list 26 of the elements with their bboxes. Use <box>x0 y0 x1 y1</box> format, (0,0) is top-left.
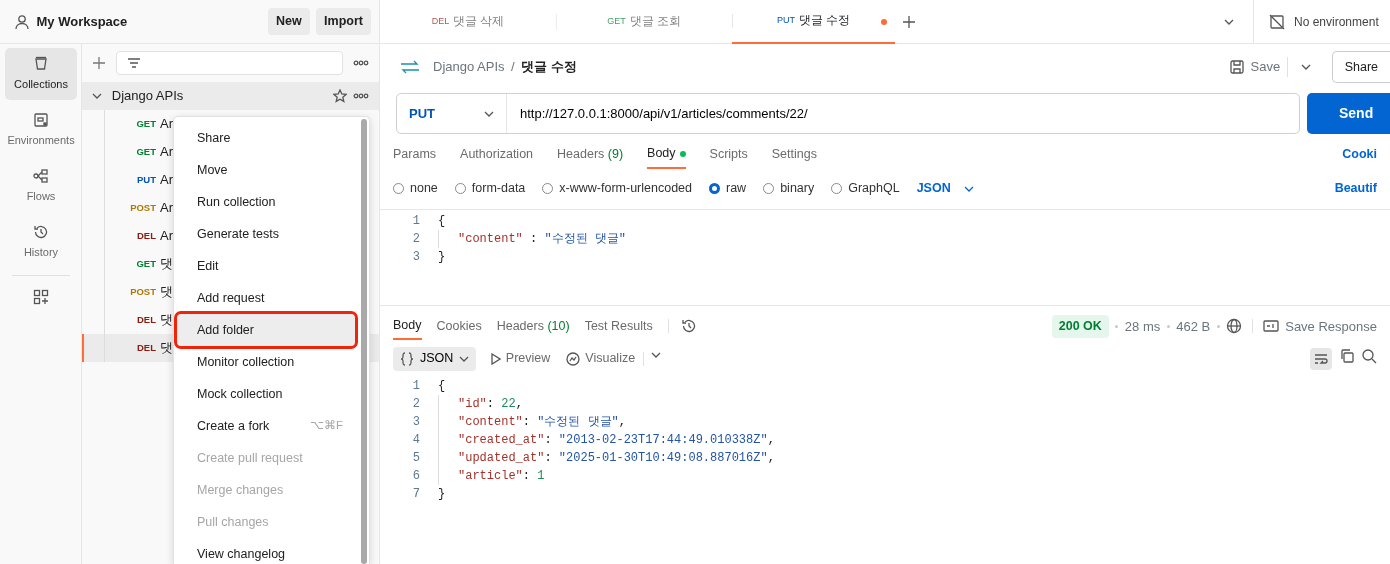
line-number: 3 <box>411 414 421 432</box>
breadcrumb-separator: / <box>511 58 515 77</box>
code-line: "article": 1 <box>458 468 545 486</box>
line-number: 4 <box>411 432 421 450</box>
workspace-title: My Workspace <box>36 12 129 31</box>
line-number: 5 <box>411 450 421 468</box>
line-number: 1 <box>411 212 421 230</box>
line-number: 2 <box>411 396 421 414</box>
line-number: 2 <box>411 230 421 248</box>
line-number: 3 <box>411 248 421 266</box>
line-number: 7 <box>411 486 421 504</box>
code-line: "id": 22, <box>458 396 523 414</box>
request-title: 댓글 수정 <box>521 58 578 77</box>
code-line: "updated_at": "2025-01-30T10:49:08.887016Z", <box>458 450 775 468</box>
code-line: { <box>438 212 446 230</box>
code-line: { <box>438 378 446 396</box>
response-size: 462 B <box>1176 317 1211 336</box>
status-badge: 200 OK <box>1051 314 1109 338</box>
response-time: 28 ms <box>1124 317 1161 336</box>
code-line: "created_at": "2013-02-23T17:44:49.010338Z", <box>458 432 775 450</box>
code-line: } <box>438 248 446 266</box>
line-number: 1 <box>411 378 421 396</box>
code-line: "content" : "수정된 댓글" <box>458 230 627 248</box>
code-line: } <box>438 486 446 504</box>
code-line: "content": "수정된 댓글", <box>458 414 627 432</box>
line-number: 6 <box>411 468 421 486</box>
